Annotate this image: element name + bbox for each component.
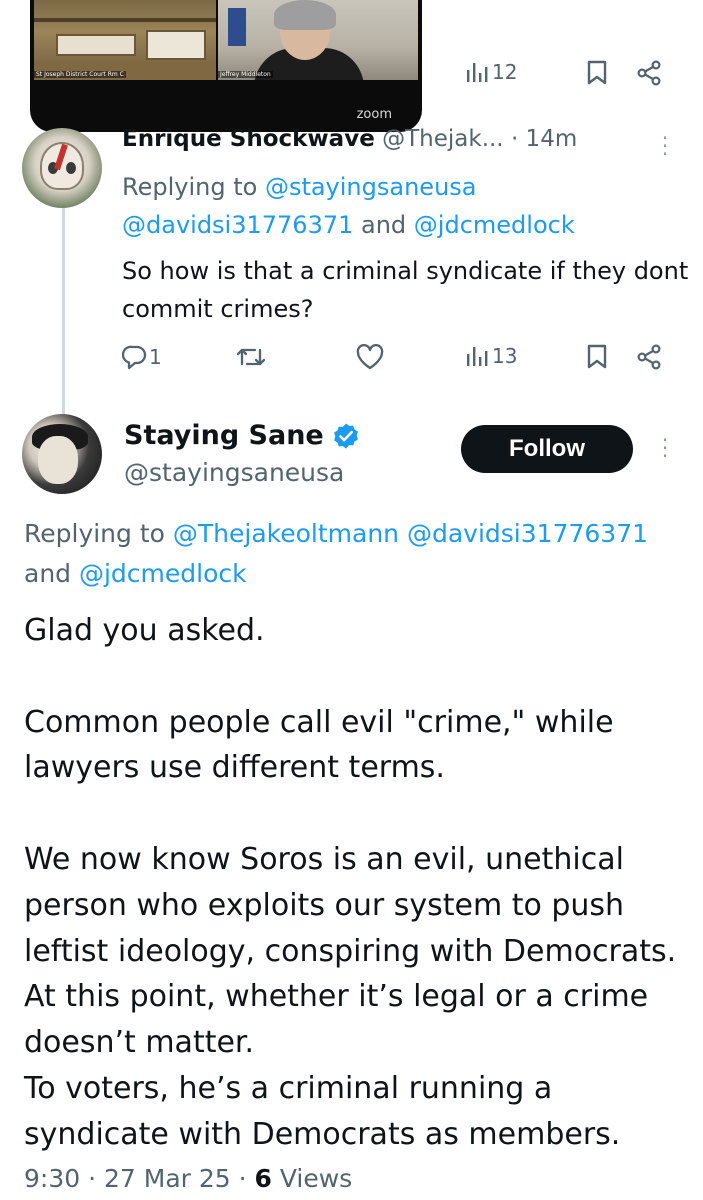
mention-link[interactable]: @davidsi31776371 bbox=[122, 211, 353, 239]
more-icon[interactable]: · · · bbox=[660, 128, 670, 164]
bookmark-button-top[interactable] bbox=[586, 60, 608, 86]
bookmark-icon bbox=[587, 60, 607, 85]
verified-badge-icon bbox=[333, 423, 358, 448]
avatar-enrique[interactable] bbox=[22, 128, 102, 208]
video-caption-right: Jeffrey Middleton bbox=[218, 71, 273, 78]
meta-separator: · bbox=[80, 1164, 104, 1193]
reply-tweet-header: Enrique Shockwave @Thejak... · 14m bbox=[122, 126, 682, 162]
video-frame: St Joseph District Court Rm C Jeffrey Mi… bbox=[30, 0, 422, 82]
replying-and: and bbox=[353, 211, 414, 239]
bookmark-icon bbox=[587, 344, 607, 369]
avatar-staying-sane[interactable] bbox=[22, 414, 102, 494]
main-replying-to: Replying to @Thejakeoltmann @davidsi3177… bbox=[24, 514, 689, 594]
tweet-date[interactable]: 27 Mar 25 bbox=[104, 1164, 231, 1193]
reply-author-handle[interactable]: @Thejak... bbox=[382, 126, 504, 152]
views-label: Views bbox=[271, 1164, 353, 1193]
judge-pane: Jeffrey Middleton bbox=[218, 0, 418, 80]
views-button[interactable]: 13 bbox=[466, 344, 517, 368]
views-button-top[interactable]: 12 bbox=[466, 60, 517, 84]
more-icon[interactable]: · · · bbox=[660, 430, 670, 466]
main-author-handle[interactable]: @stayingsaneusa bbox=[124, 458, 344, 487]
avatar-face bbox=[38, 436, 78, 484]
reply-time[interactable]: · 14m bbox=[511, 126, 577, 152]
embedded-video[interactable]: St Joseph District Court Rm C Jeffrey Mi… bbox=[30, 0, 422, 132]
retweet-button[interactable] bbox=[236, 344, 266, 370]
skull-eye-right bbox=[66, 162, 76, 174]
views-count: 13 bbox=[492, 344, 518, 368]
main-tweet-body: Glad you asked. Common people call evil … bbox=[24, 613, 677, 1152]
mention-link[interactable]: @jdcmedlock bbox=[79, 559, 247, 588]
mention-link[interactable]: @stayingsaneusa bbox=[265, 173, 477, 201]
replying-to-label: Replying to bbox=[24, 519, 173, 548]
share-button-top[interactable] bbox=[636, 60, 662, 86]
reply-tweet-body: So how is that a criminal syndicate if t… bbox=[122, 257, 689, 323]
views-number: 6 bbox=[254, 1164, 272, 1193]
replying-and: and bbox=[24, 559, 79, 588]
mention-link[interactable]: @jdcmedlock bbox=[414, 211, 575, 239]
court-bench bbox=[56, 34, 136, 56]
tweet-time[interactable]: 9:30 bbox=[24, 1164, 80, 1193]
judge-hair bbox=[274, 0, 336, 30]
tweet-meta: 9:30 · 27 Mar 25 · 6 Views bbox=[24, 1164, 352, 1193]
views-icon bbox=[467, 63, 488, 82]
views-icon bbox=[467, 347, 488, 366]
views-count-top: 12 bbox=[492, 60, 518, 84]
share-icon bbox=[637, 60, 661, 86]
mention-link[interactable]: @Thejakeoltmann bbox=[173, 519, 399, 548]
meta-separator: · bbox=[230, 1164, 255, 1193]
share-icon bbox=[637, 344, 661, 370]
follow-button[interactable]: Follow bbox=[461, 425, 633, 473]
reply-replying-to: Replying to @stayingsaneusa @davidsi3177… bbox=[122, 168, 682, 244]
main-author-name[interactable]: Staying Sane bbox=[124, 420, 324, 451]
replying-to-label: Replying to bbox=[122, 173, 265, 201]
zoom-watermark: zoom bbox=[356, 107, 392, 122]
flag-image bbox=[228, 8, 246, 46]
share-button[interactable] bbox=[636, 344, 662, 370]
mention-link[interactable]: @davidsi31776371 bbox=[407, 519, 648, 548]
reply-icon bbox=[122, 345, 147, 370]
bookmark-button[interactable] bbox=[586, 344, 608, 370]
courtroom-pane: St Joseph District Court Rm C bbox=[34, 0, 216, 80]
thread-line bbox=[62, 208, 65, 416]
like-icon bbox=[356, 344, 384, 370]
court-rail bbox=[34, 18, 216, 22]
video-caption-left: St Joseph District Court Rm C bbox=[34, 71, 126, 78]
like-button[interactable] bbox=[356, 344, 384, 370]
main-author-name-row[interactable]: Staying Sane bbox=[124, 420, 360, 451]
reply-count: 1 bbox=[149, 345, 162, 369]
reply-author-name[interactable]: Enrique Shockwave bbox=[122, 126, 375, 152]
retweet-icon bbox=[236, 348, 266, 366]
reply-button[interactable]: 1 bbox=[122, 344, 162, 370]
court-table bbox=[146, 30, 206, 60]
